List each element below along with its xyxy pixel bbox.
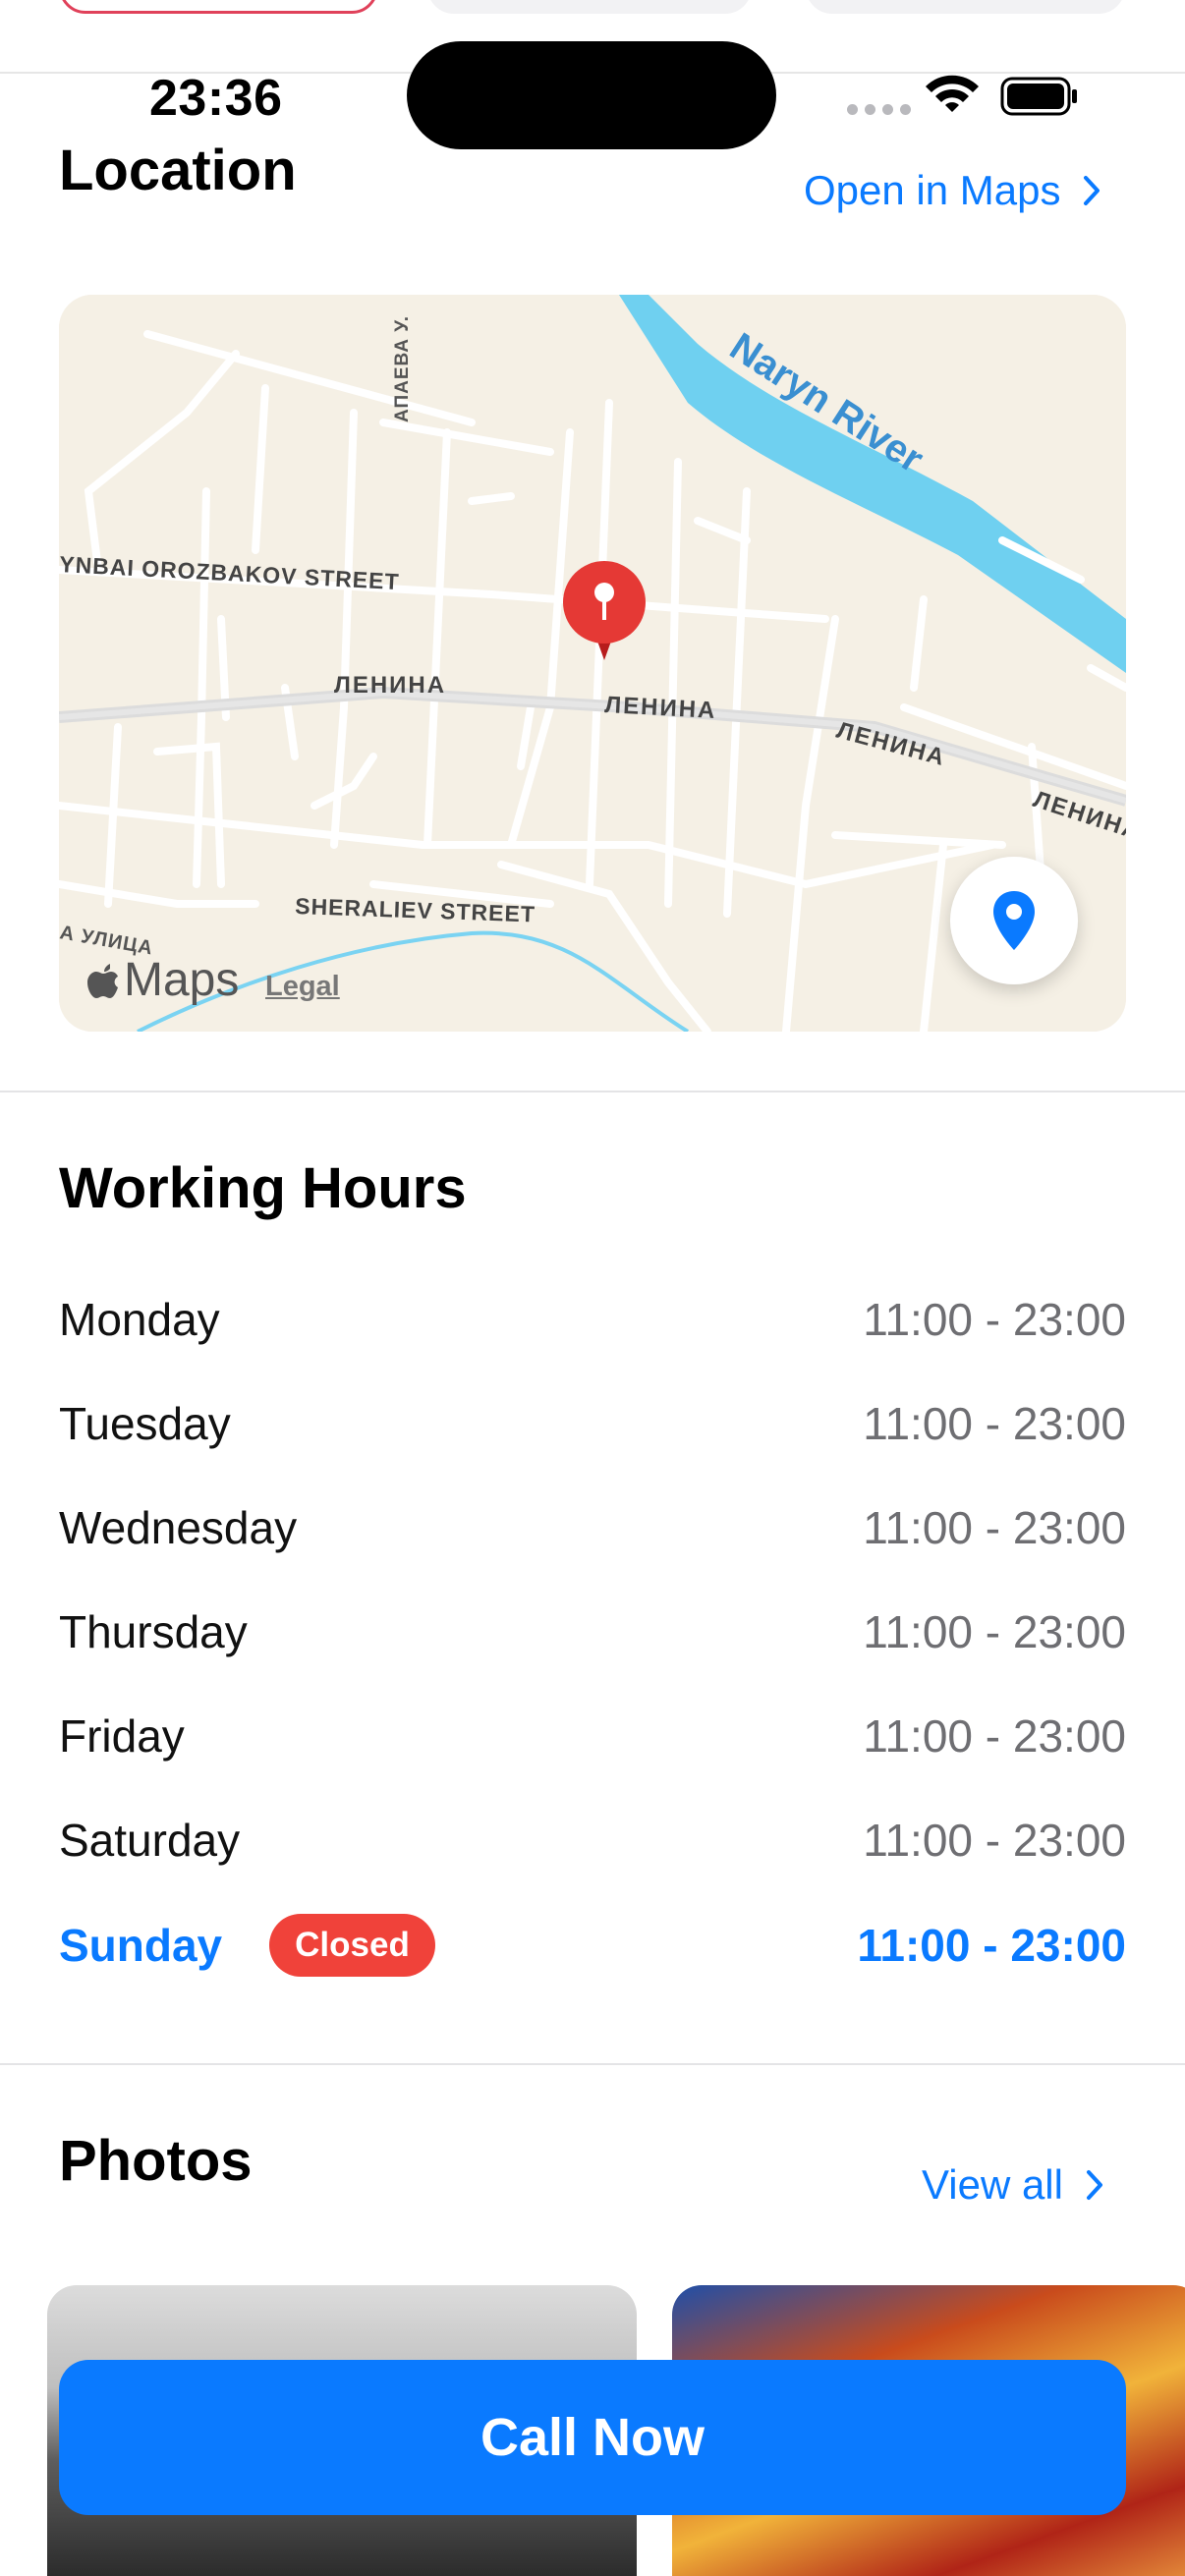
hours-value: 11:00 - 23:00 bbox=[863, 1398, 1126, 1449]
maps-brand-text: Maps bbox=[124, 954, 240, 1006]
hours-row-friday: Friday 11:00 - 23:00 bbox=[59, 1697, 1126, 1775]
section-divider bbox=[0, 1091, 1185, 1092]
status-time: 23:36 bbox=[149, 70, 283, 127]
chevron-right-icon bbox=[1084, 176, 1100, 205]
hours-value: 11:00 - 23:00 bbox=[857, 1920, 1126, 1971]
day-label: Sunday bbox=[59, 1920, 223, 1971]
day-label: Saturday bbox=[59, 1815, 241, 1866]
closed-badge: Closed bbox=[269, 1914, 435, 1977]
recenter-location-button[interactable] bbox=[950, 857, 1078, 984]
dynamic-island bbox=[407, 41, 776, 149]
view-all-photos-link[interactable]: View all bbox=[922, 2161, 1104, 2209]
hours-row-tuesday: Tuesday 11:00 - 23:00 bbox=[59, 1384, 1126, 1463]
chevron-right-icon bbox=[1086, 2170, 1102, 2200]
hours-value: 11:00 - 23:00 bbox=[863, 1294, 1126, 1345]
working-hours-title: Working Hours bbox=[59, 1156, 467, 1220]
filter-chip[interactable] bbox=[806, 0, 1125, 14]
signal-icon bbox=[847, 104, 911, 115]
filter-chip[interactable] bbox=[59, 0, 378, 14]
map-label-street: ЛЕНИНА bbox=[334, 672, 446, 699]
hours-row-wednesday: Wednesday 11:00 - 23:00 bbox=[59, 1488, 1126, 1567]
apple-maps-logo: Maps bbox=[86, 953, 239, 1007]
section-divider bbox=[0, 2063, 1185, 2065]
location-title: Location bbox=[59, 139, 297, 202]
view-all-label: View all bbox=[922, 2161, 1063, 2208]
call-now-button[interactable]: Call Now bbox=[59, 2360, 1126, 2515]
hours-row-sunday: Sunday Closed 11:00 - 23:00 bbox=[59, 1906, 1126, 1985]
maps-legal-link[interactable]: Legal bbox=[265, 971, 340, 1003]
open-in-maps-link[interactable]: Open in Maps bbox=[804, 167, 1101, 214]
photos-title: Photos bbox=[59, 2129, 253, 2193]
location-pin-icon bbox=[993, 891, 1035, 950]
hours-row-saturday: Saturday 11:00 - 23:00 bbox=[59, 1801, 1126, 1879]
hours-value: 11:00 - 23:00 bbox=[863, 1815, 1126, 1866]
day-label: Tuesday bbox=[59, 1398, 231, 1449]
map-label-street: АПАЕВА У. bbox=[392, 315, 413, 422]
battery-icon bbox=[1000, 77, 1077, 116]
hours-value: 11:00 - 23:00 bbox=[863, 1710, 1126, 1762]
apple-logo-icon bbox=[87, 963, 118, 998]
hours-value: 11:00 - 23:00 bbox=[863, 1502, 1126, 1553]
wifi-icon bbox=[926, 75, 979, 112]
open-in-maps-label: Open in Maps bbox=[804, 167, 1061, 213]
day-label: Wednesday bbox=[59, 1502, 298, 1553]
day-label: Monday bbox=[59, 1294, 220, 1345]
hours-value: 11:00 - 23:00 bbox=[863, 1606, 1126, 1657]
hours-row-thursday: Thursday 11:00 - 23:00 bbox=[59, 1593, 1126, 1671]
filter-chip[interactable] bbox=[427, 0, 752, 14]
day-label: Friday bbox=[59, 1710, 185, 1762]
day-label: Thursday bbox=[59, 1606, 248, 1657]
hours-row-monday: Monday 11:00 - 23:00 bbox=[59, 1280, 1126, 1359]
